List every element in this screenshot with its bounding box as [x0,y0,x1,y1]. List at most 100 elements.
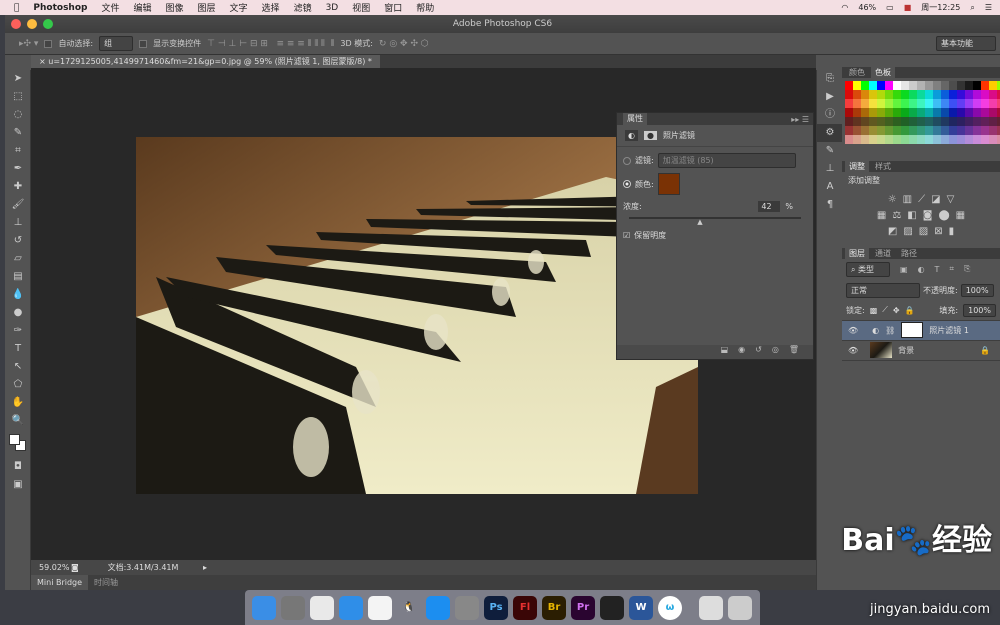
swatch[interactable] [949,81,957,90]
swatch[interactable] [989,117,997,126]
swatch[interactable] [877,126,885,135]
swatch[interactable] [973,135,981,144]
swatch[interactable] [853,108,861,117]
swatch[interactable] [877,117,885,126]
swatch[interactable] [901,126,909,135]
workspace-dropdown[interactable]: 基本功能 [936,36,996,51]
swatch[interactable] [893,126,901,135]
filter-dropdown[interactable]: 加温滤镜 (85) [657,153,796,168]
swatch[interactable] [965,90,973,99]
menu-type[interactable]: 文字 [230,1,248,14]
pen-tool-icon[interactable]: ✑ [5,322,31,340]
swatch[interactable] [981,99,989,108]
swatch[interactable] [909,90,917,99]
dock-w[interactable]: ω [658,595,682,620]
swatch[interactable] [917,99,925,108]
swatch[interactable] [901,99,909,108]
exposure-icon[interactable]: ◪ [931,194,940,205]
swatch[interactable] [925,108,933,117]
swatch[interactable] [981,135,989,144]
bw-icon[interactable]: ◧ [907,210,916,221]
vibrance-icon[interactable]: ▽ [947,194,955,205]
curves-icon[interactable]: ⟋ [918,194,925,205]
swatch[interactable] [949,135,957,144]
swatch[interactable] [869,126,877,135]
menu-layer[interactable]: 图层 [198,1,216,14]
swatch[interactable] [965,117,973,126]
swatch[interactable] [989,81,997,90]
swatch[interactable] [861,117,869,126]
paragraph-icon[interactable]: ¶ [817,196,843,214]
lock-pixels-icon[interactable]: ▩ [870,306,878,315]
align-icons[interactable]: ⊤ ⊣ ⊥ ⊢ ⊟ ⊞ ≡ ≡ ≡ ⫴ ⫴ ⫴ ⦀ [207,39,334,49]
3d-tools-icons[interactable]: ↻ ◎ ✥ ✣ ⬡ [379,39,429,49]
hue-sat-icon[interactable]: ▦ [877,210,886,221]
swatch[interactable] [901,90,909,99]
preserve-checkbox[interactable]: ☑ [623,231,630,240]
filter-radio[interactable] [623,156,631,165]
marquee-tool-icon[interactable]: ⬚ [5,88,31,106]
swatch[interactable] [981,90,989,99]
swatch[interactable] [989,90,997,99]
color-radio[interactable] [623,180,631,188]
swatch[interactable] [989,99,997,108]
density-slider[interactable]: ▲ [629,214,801,226]
invert-icon[interactable]: ◩ [888,226,897,237]
swatch[interactable] [845,117,853,126]
fill-input[interactable]: 100% [963,303,996,317]
menu-image[interactable]: 图像 [166,1,184,14]
swatch[interactable] [949,126,957,135]
eye-icon[interactable]: 👁 [848,326,858,335]
swatch[interactable] [853,90,861,99]
stamp-tool-icon[interactable]: ⊥ [5,214,31,232]
swatch[interactable] [973,117,981,126]
density-slider-thumb[interactable]: ▲ [697,218,702,226]
swatch[interactable] [989,108,997,117]
channel-mixer-icon[interactable]: ⬤ [938,210,949,221]
menu-app[interactable]: Photoshop [33,3,87,13]
swatch[interactable] [869,108,877,117]
swatch[interactable] [949,108,957,117]
swatch[interactable] [877,90,885,99]
zoom-button[interactable] [43,19,53,29]
lock-all-icon[interactable]: 🔒 [905,306,915,315]
swatch[interactable] [853,135,861,144]
dock-word[interactable]: W [629,595,653,620]
swatch[interactable] [845,135,853,144]
swatch[interactable] [941,81,949,90]
tab-mini-bridge[interactable]: Mini Bridge [31,575,89,590]
swatch[interactable] [933,108,941,117]
document-tab[interactable]: × u=1729125005,4149971460&fm=21&gp=0.jpg… [31,55,380,68]
swatch[interactable] [989,135,997,144]
swatch[interactable] [925,99,933,108]
lasso-tool-icon[interactable]: ◌ [5,106,31,124]
dock-app-store[interactable] [426,595,450,620]
dock-photos[interactable] [368,595,392,620]
tab-timeline[interactable]: 时间轴 [88,575,124,590]
dock-qq[interactable]: 🐧 [397,596,421,620]
menu-view[interactable]: 视图 [352,1,370,14]
swatch[interactable] [965,108,973,117]
auto-select-dropdown[interactable]: 组 [99,36,134,51]
swatch[interactable] [957,90,965,99]
menu-3d[interactable]: 3D [326,3,339,13]
dodge-tool-icon[interactable]: ● [5,304,31,322]
export-icon[interactable]: ◙ [71,563,83,572]
blend-mode-dropdown[interactable]: 正常 [846,282,920,298]
mask-icon[interactable]: ● [643,131,657,140]
dock-quicktime[interactable] [600,595,624,620]
swatch[interactable] [845,126,853,135]
menu-edit[interactable]: 编辑 [133,1,151,14]
swatch[interactable] [965,81,973,90]
swatch[interactable] [869,81,877,90]
menu-file[interactable]: 文件 [101,1,119,14]
swatch[interactable] [933,81,941,90]
close-tab-icon[interactable]: × [39,57,48,66]
swatch[interactable] [933,99,941,108]
zoom-level[interactable]: 59.02% [31,563,71,572]
layer-row[interactable]: 👁 ◐ ⛓ 照片滤镜 1 [842,320,1000,341]
swatch[interactable] [917,90,925,99]
swatch[interactable] [957,108,965,117]
eyedropper-tool-icon[interactable]: ✒ [5,160,31,178]
swatch[interactable] [973,90,981,99]
